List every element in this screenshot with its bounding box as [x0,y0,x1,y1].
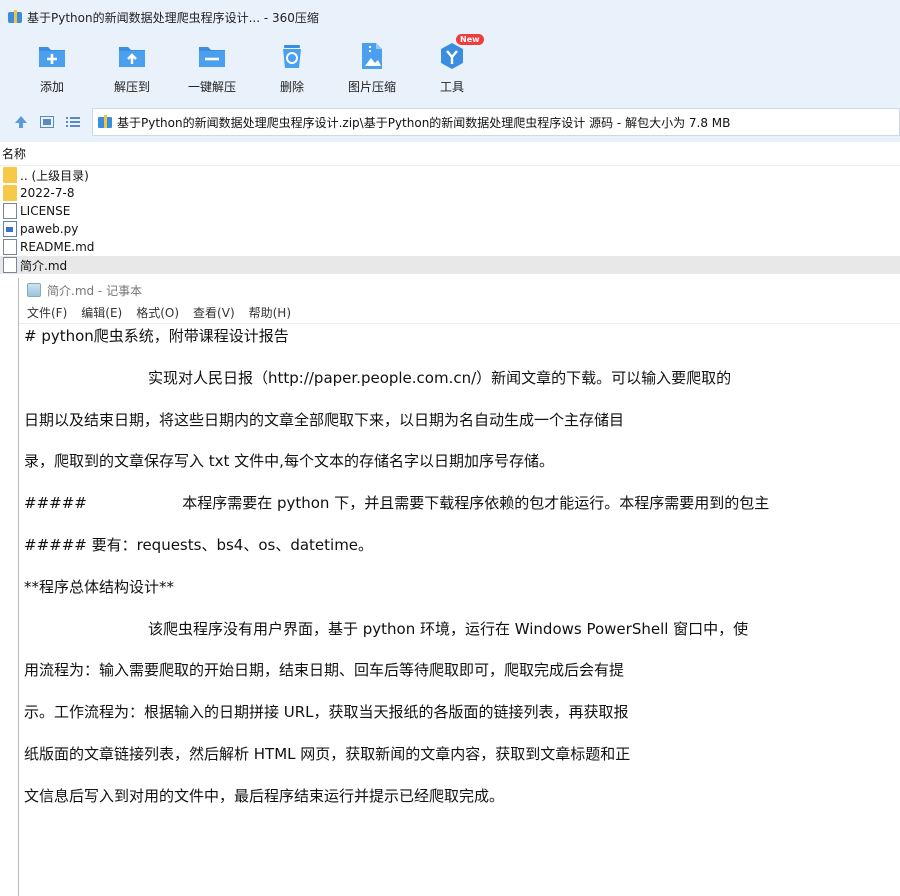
text-line: ##### 要有：requests、bs4、os、datetime。 [24,535,374,554]
menu-file[interactable]: 文件(F) [27,304,67,321]
tools-label: 工具 [439,80,464,94]
menu-help[interactable]: 帮助(H) [249,304,291,321]
path-text: 基于Python的新闻数据处理爬虫程序设计.zip\基于Python的新闻数据处… [117,115,731,130]
column-header-name[interactable]: 名称 [0,142,900,166]
image-compress-label: 图片压缩 [347,80,396,94]
file-name: 简介.md [20,258,68,273]
delete-label: 删除 [279,80,304,94]
text-line: 示。工作流程为：根据输入的日期拼接 URL，获取当天报纸的各版面的链接列表，再获… [24,703,629,722]
document-icon [3,257,17,273]
archive-icon [97,114,113,130]
document-icon [3,203,17,219]
add-icon [39,47,65,67]
file-name: README.md [20,240,95,254]
extract-to-button[interactable]: 解压到 [92,34,172,102]
text-line: **程序总体结构设计** [24,577,175,596]
file-name: LICENSE [20,204,71,218]
text-line: # python爬虫系统，附带课程设计报告 [24,327,289,345]
toolbar: 添加 解压到 一键解压 删除 图片压缩 New 工具 [0,34,900,102]
file-name: .. (上级目录) [20,168,89,183]
image-compress-button[interactable]: 图片压缩 [332,34,412,102]
menu-edit[interactable]: 编辑(E) [81,304,122,321]
folder-icon [3,167,17,183]
menu-format[interactable]: 格式(O) [136,304,179,321]
file-row-readme[interactable]: README.md [0,238,900,256]
delete-button[interactable]: 删除 [252,34,332,102]
thumbnail-view-icon [40,116,54,128]
path-field[interactable]: 基于Python的新闻数据处理爬虫程序设计.zip\基于Python的新闻数据处… [92,108,900,136]
text-line: 录，爬取到的文章保存写入 txt 文件中,每个文本的存储名字以日期加序号存储。 [24,452,554,471]
extract-to-label: 解压到 [113,80,150,94]
notepad-window: 简介.md - 记事本 文件(F) 编辑(E) 格式(O) 查看(V) 帮助(H… [18,278,900,896]
up-button[interactable] [10,111,32,133]
image-compress-icon [362,43,382,69]
add-button[interactable]: 添加 [12,34,92,102]
app-icon [8,10,22,24]
list-view-button[interactable] [62,111,84,133]
text-line: 纸版面的文章链接列表，然后解析 HTML 网页，获取新闻的文章内容，获取到文章标… [24,744,631,763]
text-line: ##### 本程序需要在 python 下，并且需要下载程序依赖的包才能运行。本… [24,494,770,513]
text-line: 实现对人民日报（http://paper.people.com.cn/）新闻文章… [24,368,732,387]
one-click-extract-icon [199,47,225,67]
window-title: 基于Python的新闻数据处理爬虫程序设计... - 360压缩 [27,10,319,25]
delete-icon [283,45,301,68]
tools-button[interactable]: New 工具 [412,34,492,102]
text-line: 用流程为：输入需要爬取的开始日期，结束日期、回车后等待爬取即可，爬取完成后会有提 [24,661,625,680]
address-bar: 基于Python的新闻数据处理爬虫程序设计.zip\基于Python的新闻数据处… [0,102,900,142]
file-row-parent[interactable]: .. (上级目录) [0,166,900,184]
text-line: 文信息后写入到对用的文件中，最后程序结束运行并提示已经爬取完成。 [24,786,505,805]
notepad-title-bar: 简介.md - 记事本 [19,278,900,302]
thumbnail-view-button[interactable] [36,111,58,133]
add-label: 添加 [39,80,64,94]
notepad-menu-bar: 文件(F) 编辑(E) 格式(O) 查看(V) 帮助(H) [19,302,900,324]
text-line: 日期以及结束日期，将这些日期内的文章全部爬取下来，以日期为名自动生成一个主存储目 [24,410,625,429]
document-icon [3,239,17,255]
title-bar: 基于Python的新闻数据处理爬虫程序设计... - 360压缩 [0,0,900,34]
folder-icon [3,185,17,201]
new-badge: New [456,34,484,45]
file-row-2022-7-8[interactable]: 2022-7-8 [0,184,900,202]
arrow-up-icon [15,116,27,128]
file-row-paweb-py[interactable]: paweb.py [0,220,900,238]
file-name: 2022-7-8 [20,186,75,200]
file-name: paweb.py [20,222,79,236]
notepad-title: 简介.md - 记事本 [47,283,143,298]
one-click-extract-label: 一键解压 [187,80,236,94]
notepad-text-area[interactable]: # python爬虫系统，附带课程设计报告 实现对人民日报（http://pap… [19,324,900,896]
notepad-icon [27,283,41,297]
column-header-label: 名称 [2,147,27,161]
file-row-intro-md[interactable]: 简介.md [0,256,900,274]
file-row-license[interactable]: LICENSE [0,202,900,220]
one-click-extract-button[interactable]: 一键解压 [172,34,252,102]
list-view-icon [66,117,80,127]
extract-to-icon [119,47,145,67]
python-file-icon [3,221,17,237]
text-line: 该爬虫程序没有用户界面，基于 python 环境，运行在 Windows Pow… [24,619,749,638]
file-list: 名称 .. (上级目录) 2022-7-8 LICENSE paweb.py R… [0,142,900,278]
menu-view[interactable]: 查看(V) [193,304,235,321]
